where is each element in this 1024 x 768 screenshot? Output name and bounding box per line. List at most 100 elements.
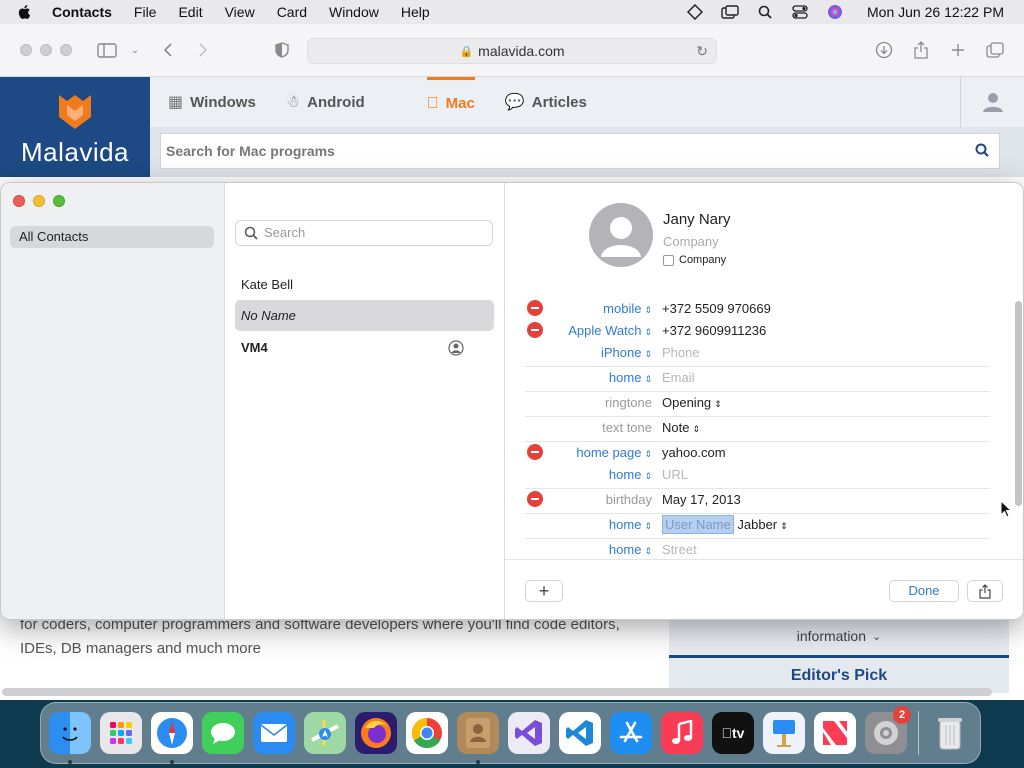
spotlight-search-icon[interactable] bbox=[756, 4, 774, 20]
reload-icon[interactable]: ↻ bbox=[696, 43, 708, 60]
dock-music[interactable] bbox=[661, 712, 703, 754]
card-scrollbar[interactable] bbox=[1015, 301, 1022, 506]
control-center-icon[interactable] bbox=[791, 4, 809, 20]
siri-icon[interactable] bbox=[826, 4, 844, 20]
field-value[interactable]: +372 5509 970669 bbox=[662, 301, 771, 316]
nav-articles[interactable]: 💬 Articles bbox=[505, 77, 587, 127]
dock-trash[interactable] bbox=[929, 712, 971, 754]
diamond-icon[interactable] bbox=[686, 4, 704, 20]
nav-android[interactable]: ☃ Android bbox=[286, 77, 365, 127]
field-placeholder[interactable]: Email bbox=[662, 370, 695, 385]
menu-app-name[interactable]: Contacts bbox=[52, 4, 112, 20]
dock-messages[interactable] bbox=[202, 712, 244, 754]
tab-overview-icon[interactable] bbox=[985, 40, 1005, 60]
address-bar[interactable]: 🔒 malavida.com ↻ bbox=[307, 38, 717, 64]
im-field[interactable]: User Name Jabber ⇕ bbox=[662, 515, 788, 534]
sidebar-toggle-icon[interactable] bbox=[97, 40, 117, 60]
malavida-information-dropdown[interactable]: information ⌄ bbox=[669, 616, 1009, 656]
user-account-icon[interactable] bbox=[960, 77, 1024, 127]
menu-card[interactable]: Card bbox=[277, 4, 307, 20]
dock-app-store[interactable] bbox=[610, 712, 652, 754]
dock-finder[interactable] bbox=[49, 712, 91, 764]
chevron-down-icon[interactable]: ⌄ bbox=[125, 40, 145, 60]
field-home-page[interactable]: home page ⇕ yahoo.com bbox=[525, 442, 990, 464]
field-mobile[interactable]: mobile ⇕ +372 5509 970669 bbox=[525, 298, 990, 320]
field-email-home[interactable]: home ⇕ Email bbox=[525, 367, 990, 392]
window-switcher-icon[interactable] bbox=[721, 4, 739, 20]
dock-news[interactable] bbox=[814, 712, 856, 754]
share-contact-button[interactable] bbox=[967, 580, 1003, 602]
field-value[interactable]: yahoo.com bbox=[662, 445, 726, 460]
forward-icon[interactable] bbox=[193, 40, 213, 60]
field-label-home[interactable]: home ⇕ bbox=[609, 542, 652, 557]
list-item[interactable]: Kate Bell bbox=[235, 269, 494, 300]
share-icon[interactable] bbox=[911, 40, 931, 60]
contacts-close-button[interactable] bbox=[13, 195, 25, 207]
remove-field-button[interactable] bbox=[527, 491, 543, 507]
nav-windows[interactable]: ▦ Windows bbox=[168, 77, 256, 127]
im-service-popup[interactable]: Jabber ⇕ bbox=[737, 517, 787, 532]
field-label-home-page[interactable]: home page ⇕ bbox=[576, 445, 652, 460]
menu-edit[interactable]: Edit bbox=[178, 4, 202, 20]
menu-view[interactable]: View bbox=[225, 4, 255, 20]
dock-visual-studio[interactable] bbox=[508, 712, 550, 754]
dock-mail[interactable] bbox=[253, 712, 295, 754]
safari-close-button[interactable] bbox=[20, 44, 32, 56]
safari-minimize-button[interactable] bbox=[40, 44, 52, 56]
field-im-home[interactable]: home ⇕ User Name Jabber ⇕ bbox=[525, 514, 990, 539]
menu-help[interactable]: Help bbox=[401, 4, 430, 20]
dock-maps[interactable] bbox=[304, 712, 346, 754]
dock-firefox[interactable] bbox=[355, 712, 397, 754]
done-button[interactable]: Done bbox=[889, 580, 959, 602]
field-placeholder[interactable]: Phone bbox=[662, 345, 700, 360]
contact-name-field[interactable]: Jany Nary bbox=[663, 211, 731, 228]
list-item-selected[interactable]: No Name bbox=[235, 300, 494, 331]
field-address-home[interactable]: home ⇕ Street bbox=[525, 539, 990, 561]
malavida-search-input[interactable]: Search for Mac programs bbox=[160, 133, 1000, 169]
username-input-selected[interactable]: User Name bbox=[662, 515, 734, 534]
field-label-mobile[interactable]: mobile ⇕ bbox=[603, 301, 652, 316]
contact-avatar[interactable] bbox=[589, 203, 653, 267]
back-icon[interactable] bbox=[158, 40, 178, 60]
menu-clock[interactable]: Mon Jun 26 12:22 PM bbox=[867, 4, 1004, 20]
privacy-shield-icon[interactable] bbox=[272, 40, 292, 60]
dock-vscode[interactable] bbox=[559, 712, 601, 754]
dock-contacts[interactable] bbox=[457, 712, 499, 764]
sidebar-item-all-contacts[interactable]: All Contacts bbox=[10, 226, 214, 248]
dock-safari[interactable] bbox=[151, 712, 193, 764]
field-placeholder[interactable]: Street bbox=[662, 542, 697, 557]
field-placeholder[interactable]: URL bbox=[662, 467, 688, 482]
menu-window[interactable]: Window bbox=[329, 4, 379, 20]
remove-field-button[interactable] bbox=[527, 444, 543, 460]
field-label-iphone[interactable]: iPhone ⇕ bbox=[601, 345, 652, 360]
field-label-home[interactable]: home ⇕ bbox=[609, 467, 652, 482]
dock-launchpad[interactable] bbox=[100, 712, 142, 754]
remove-field-button[interactable] bbox=[527, 300, 543, 316]
field-label-apple-watch[interactable]: Apple Watch ⇕ bbox=[568, 323, 652, 338]
field-birthday[interactable]: birthday May 17, 2013 bbox=[525, 489, 990, 514]
field-value[interactable]: +372 9609911236 bbox=[662, 323, 766, 338]
field-apple-watch[interactable]: Apple Watch ⇕ +372 9609911236 bbox=[525, 320, 990, 342]
field-url-home[interactable]: home ⇕ URL bbox=[525, 464, 990, 489]
field-ringtone[interactable]: ringtone Opening ⇕ bbox=[525, 392, 990, 417]
field-iphone[interactable]: iPhone ⇕ Phone bbox=[525, 342, 990, 367]
search-icon[interactable] bbox=[975, 143, 989, 161]
dock-tv[interactable]: tv bbox=[712, 712, 754, 754]
horizontal-scrollbar[interactable] bbox=[2, 688, 992, 696]
dock-chrome[interactable] bbox=[406, 712, 448, 754]
ringtone-popup[interactable]: Opening ⇕ bbox=[662, 395, 722, 410]
list-item[interactable]: VM4 bbox=[235, 332, 494, 363]
contacts-minimize-button[interactable] bbox=[33, 195, 45, 207]
company-checkbox[interactable]: Company bbox=[663, 254, 726, 266]
dock-keynote[interactable] bbox=[763, 712, 805, 754]
company-field[interactable]: Company bbox=[663, 234, 719, 249]
menu-file[interactable]: File bbox=[134, 4, 157, 20]
contacts-search-input[interactable]: Search bbox=[235, 220, 493, 246]
text-tone-popup[interactable]: Note ⇕ bbox=[662, 420, 700, 435]
contacts-zoom-button[interactable] bbox=[53, 195, 65, 207]
field-label-home[interactable]: home ⇕ bbox=[609, 517, 652, 532]
nav-mac[interactable]: Mac bbox=[426, 77, 475, 127]
downloads-icon[interactable] bbox=[874, 40, 894, 60]
remove-field-button[interactable] bbox=[527, 322, 543, 338]
apple-icon[interactable] bbox=[16, 3, 34, 21]
